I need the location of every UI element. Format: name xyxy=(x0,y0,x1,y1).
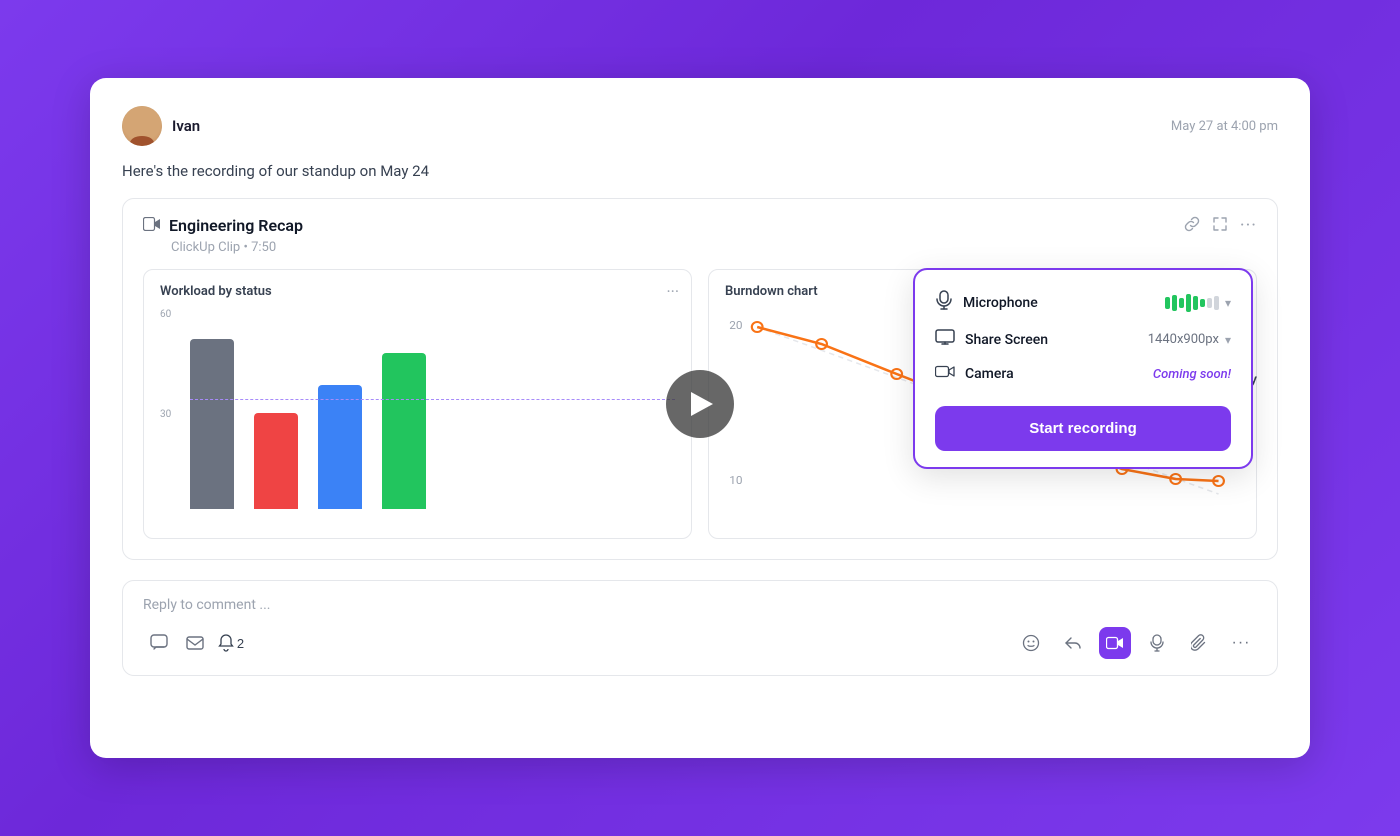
notification-bell-button[interactable]: 2 xyxy=(215,627,247,659)
share-screen-dropdown-icon[interactable]: ▾ xyxy=(1225,333,1231,347)
comment-placeholder[interactable]: Reply to comment ... xyxy=(143,597,270,613)
play-button-overlay[interactable] xyxy=(666,370,734,438)
y-axis-labels: 60 30 xyxy=(160,309,171,509)
clip-header: Engineering Recap ··· xyxy=(143,215,1257,236)
comment-toolbar: 2 xyxy=(143,627,1257,659)
mic-bar-7 xyxy=(1207,298,1212,308)
video-camera-toolbar-button[interactable] xyxy=(1099,627,1131,659)
share-screen-right: 1440x900px ▾ xyxy=(1148,332,1231,347)
post-author: Ivan xyxy=(122,106,200,146)
bar-blue xyxy=(318,385,362,509)
recording-popup: Microphone ▾ xyxy=(913,268,1253,469)
main-card: Ivan May 27 at 4:00 pm Here's the record… xyxy=(90,78,1310,758)
reply-arrow-button[interactable] xyxy=(1057,627,1089,659)
attachment-button[interactable] xyxy=(1183,627,1215,659)
share-screen-label: Share Screen xyxy=(965,332,1048,348)
workload-chart: Workload by status ··· 60 30 xyxy=(143,269,692,539)
mic-bar-1 xyxy=(1165,297,1170,309)
microphone-icon xyxy=(935,290,953,315)
mic-level-bars xyxy=(1165,294,1219,312)
play-triangle-icon xyxy=(691,392,713,416)
start-recording-button[interactable]: Start recording xyxy=(935,406,1231,451)
more-toolbar-button[interactable]: ··· xyxy=(1225,627,1257,659)
clip-video-icon xyxy=(143,216,161,235)
camera-row: Camera Coming soon! xyxy=(935,364,1231,384)
notification-count: 2 xyxy=(237,636,244,651)
share-screen-resolution: 1440x900px xyxy=(1148,332,1219,347)
coming-soon-label: Coming soon! xyxy=(1153,367,1231,382)
clip-title: Engineering Recap xyxy=(169,216,303,235)
comment-box: Reply to comment ... xyxy=(122,580,1278,676)
camera-icon xyxy=(935,364,955,384)
dashed-trend-line xyxy=(190,399,675,400)
mic-bar-8 xyxy=(1214,296,1219,310)
share-screen-left: Share Screen xyxy=(935,329,1048,350)
mic-bar-4 xyxy=(1186,294,1191,312)
svg-text:10: 10 xyxy=(729,473,742,486)
play-button[interactable] xyxy=(666,370,734,438)
clip-title-row: Engineering Recap xyxy=(143,216,303,235)
chat-icon-button[interactable] xyxy=(143,627,175,659)
avatar xyxy=(122,106,162,146)
share-screen-row: Share Screen 1440x900px ▾ xyxy=(935,329,1231,350)
clip-meta: ClickUp Clip • 7:50 xyxy=(171,240,1257,255)
toolbar-right: ··· xyxy=(1015,627,1257,659)
more-icon[interactable]: ··· xyxy=(1240,215,1257,236)
microphone-dropdown-icon[interactable]: ▾ xyxy=(1225,296,1231,310)
author-name: Ivan xyxy=(172,117,200,135)
bar-gray xyxy=(190,339,234,509)
post-message: Here's the recording of our standup on M… xyxy=(122,162,1278,180)
microphone-right: ▾ xyxy=(1165,294,1231,312)
workload-chart-more[interactable]: ··· xyxy=(666,282,679,301)
post-timestamp: May 27 at 4:00 pm xyxy=(1171,119,1278,134)
expand-icon[interactable] xyxy=(1212,216,1228,236)
mic-bar-6 xyxy=(1200,299,1205,307)
post-header: Ivan May 27 at 4:00 pm xyxy=(122,106,1278,146)
camera-left: Camera xyxy=(935,364,1014,384)
mic-toolbar-button[interactable] xyxy=(1141,627,1173,659)
clip-card: Engineering Recap ··· ClickUp Clip • xyxy=(122,198,1278,560)
mic-bar-3 xyxy=(1179,298,1184,308)
camera-right: Coming soon! xyxy=(1153,367,1231,382)
camera-label: Camera xyxy=(965,366,1014,382)
svg-text:20: 20 xyxy=(729,318,742,331)
link-icon[interactable] xyxy=(1184,216,1200,236)
clip-actions: ··· xyxy=(1184,215,1257,236)
bar-green xyxy=(382,353,426,509)
email-icon-button[interactable] xyxy=(179,627,211,659)
microphone-left: Microphone xyxy=(935,290,1038,315)
workload-chart-title: Workload by status xyxy=(160,284,675,299)
microphone-label: Microphone xyxy=(963,295,1038,311)
toolbar-left: 2 xyxy=(143,627,247,659)
mic-bar-5 xyxy=(1193,296,1198,310)
bar-red xyxy=(254,413,298,509)
mic-bar-2 xyxy=(1172,295,1177,311)
microphone-row: Microphone ▾ xyxy=(935,290,1231,315)
screen-icon xyxy=(935,329,955,350)
bar-chart-area: 60 30 xyxy=(160,309,675,509)
comment-input-row: Reply to comment ... xyxy=(143,597,1257,613)
emoji-icon-button[interactable] xyxy=(1015,627,1047,659)
